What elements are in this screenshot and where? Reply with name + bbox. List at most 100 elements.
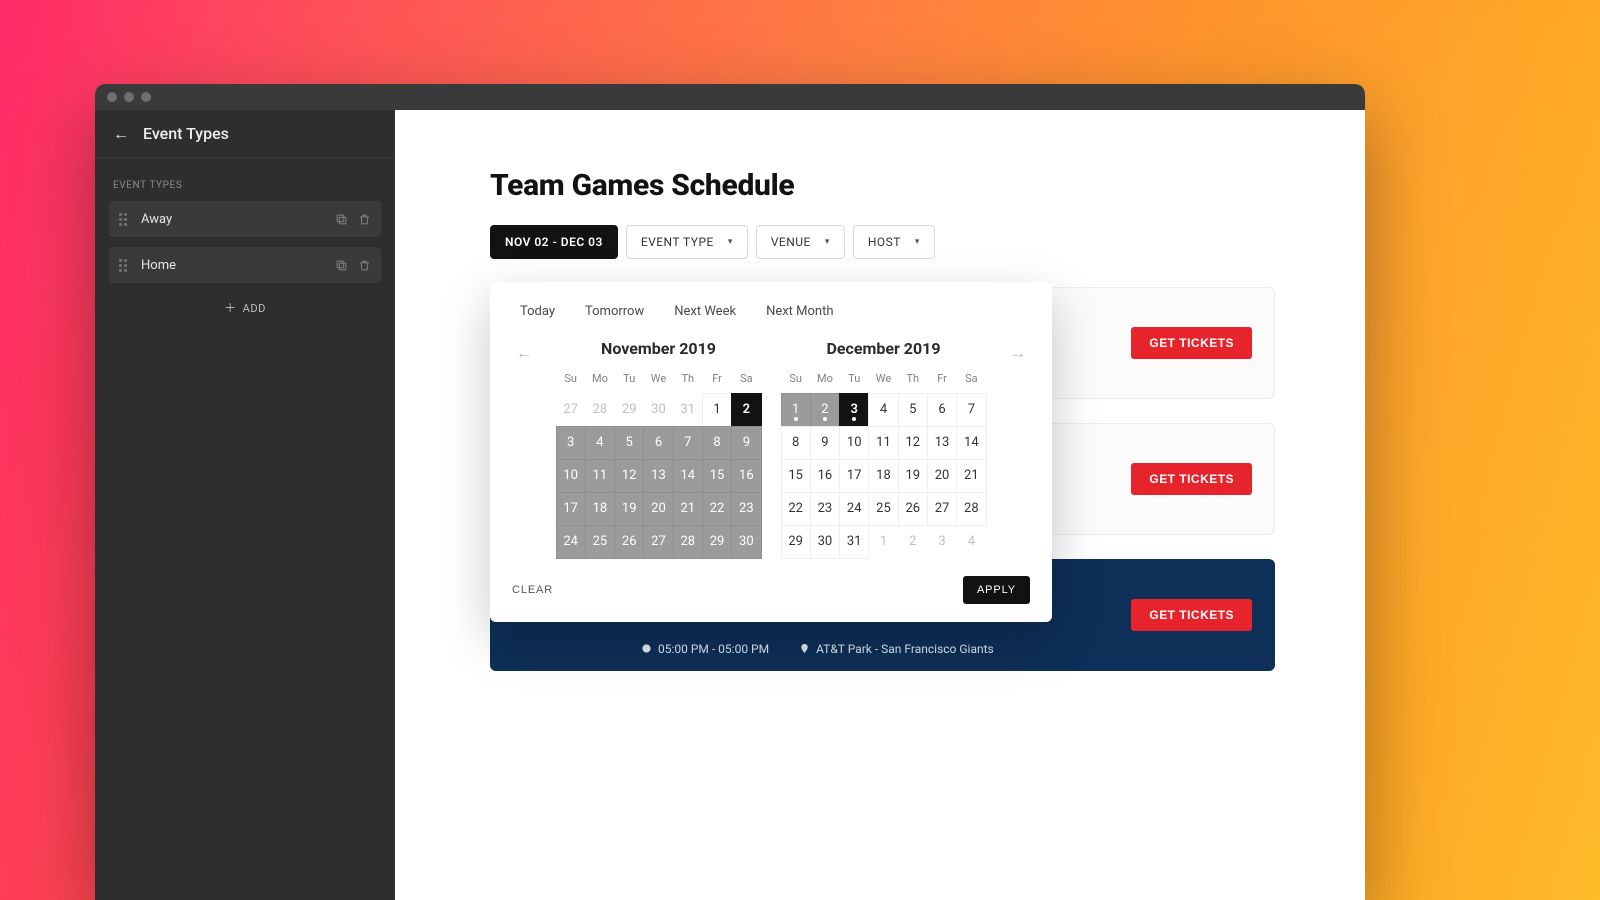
trash-icon[interactable] xyxy=(358,259,371,272)
calendar-day[interactable]: 11 xyxy=(585,459,615,493)
calendar-day[interactable]: 3 xyxy=(839,393,869,427)
calendar-day[interactable]: 24 xyxy=(839,492,869,526)
page-title: Team Games Schedule xyxy=(490,168,1275,203)
host-filter[interactable]: HOST ▾ xyxy=(853,225,935,259)
chevron-down-icon: ▾ xyxy=(728,237,733,247)
duplicate-icon[interactable] xyxy=(335,259,348,272)
event-meta: 05:00 PM - 05:00 PM AT&T Park - San Fran… xyxy=(641,642,994,656)
clear-button[interactable]: CLEAR xyxy=(512,584,553,596)
calendar-day[interactable]: 14 xyxy=(673,459,703,493)
calendar-day[interactable]: 30 xyxy=(810,525,840,559)
calendar-dow: Fr xyxy=(927,372,956,393)
calendar-day[interactable]: 1 xyxy=(702,393,732,427)
calendar-day[interactable]: 25 xyxy=(585,525,615,559)
calendar-day[interactable]: 20 xyxy=(927,459,957,493)
calendar-day[interactable]: 5 xyxy=(898,393,928,427)
get-tickets-button[interactable]: GET TICKETS xyxy=(1131,599,1252,631)
window-maximize-icon[interactable] xyxy=(141,92,151,102)
calendar-day[interactable]: 26 xyxy=(898,492,928,526)
event-type-label: EVENT TYPE xyxy=(641,235,714,249)
apply-button[interactable]: APPLY xyxy=(963,576,1030,604)
prev-month-button[interactable]: ← xyxy=(512,339,536,363)
calendar-day[interactable]: 23 xyxy=(810,492,840,526)
calendar-day[interactable]: 16 xyxy=(810,459,840,493)
window-minimize-icon[interactable] xyxy=(124,92,134,102)
calendar-day[interactable]: 19 xyxy=(614,492,644,526)
calendar-day[interactable]: 18 xyxy=(868,459,898,493)
calendar-day[interactable]: 20 xyxy=(643,492,673,526)
quick-tomorrow[interactable]: Tomorrow xyxy=(585,304,644,319)
calendar-day[interactable]: 5 xyxy=(614,426,644,460)
calendar-day[interactable]: 2 xyxy=(810,393,840,427)
get-tickets-button[interactable]: GET TICKETS xyxy=(1131,327,1252,359)
calendar-day[interactable]: 15 xyxy=(702,459,732,493)
calendar-day[interactable]: 12 xyxy=(898,426,928,460)
calendar-day[interactable]: 13 xyxy=(927,426,957,460)
drag-handle-icon[interactable] xyxy=(119,213,131,226)
sidebar-item-home[interactable]: Home xyxy=(109,247,381,283)
calendar-dow: Th xyxy=(898,372,927,393)
add-label: ADD xyxy=(243,302,266,315)
calendar-day: 28 xyxy=(585,393,615,427)
calendar-day[interactable]: 4 xyxy=(585,426,615,460)
next-month-button[interactable]: → xyxy=(1006,339,1030,363)
calendar-day[interactable]: 9 xyxy=(731,426,761,460)
calendar-day: 2 xyxy=(898,525,928,559)
drag-handle-icon[interactable] xyxy=(119,259,131,272)
calendar-day[interactable]: 8 xyxy=(702,426,732,460)
add-event-type-button[interactable]: ＋ADD xyxy=(95,283,395,332)
calendar-day[interactable]: 21 xyxy=(673,492,703,526)
quick-next-week[interactable]: Next Week xyxy=(674,304,736,319)
calendar-day[interactable]: 28 xyxy=(956,492,986,526)
date-range-filter[interactable]: NOV 02 - DEC 03 xyxy=(490,225,618,259)
calendar-day[interactable]: 27 xyxy=(643,525,673,559)
calendar-day[interactable]: 17 xyxy=(556,492,586,526)
calendar-day[interactable]: 30 xyxy=(731,525,761,559)
calendar-day[interactable]: 9 xyxy=(810,426,840,460)
calendar-day[interactable]: 7 xyxy=(673,426,703,460)
calendar-day[interactable]: 29 xyxy=(781,525,811,559)
trash-icon[interactable] xyxy=(358,213,371,226)
duplicate-icon[interactable] xyxy=(335,213,348,226)
calendar-day[interactable]: 27 xyxy=(927,492,957,526)
calendar-day[interactable]: 17 xyxy=(839,459,869,493)
calendar-day[interactable]: 10 xyxy=(839,426,869,460)
calendar-day[interactable]: 2 xyxy=(731,393,761,427)
calendar-dow: Fr xyxy=(702,372,731,393)
sidebar-item-away[interactable]: Away xyxy=(109,201,381,237)
quick-next-month[interactable]: Next Month xyxy=(766,304,833,319)
calendar-day[interactable]: 22 xyxy=(702,492,732,526)
quick-today[interactable]: Today xyxy=(520,304,555,319)
calendar-day[interactable]: 23 xyxy=(731,492,761,526)
calendar-day[interactable]: 16 xyxy=(731,459,761,493)
calendar-day[interactable]: 24 xyxy=(556,525,586,559)
calendar-day[interactable]: 29 xyxy=(702,525,732,559)
calendar-day[interactable]: 8 xyxy=(781,426,811,460)
venue-filter[interactable]: VENUE ▾ xyxy=(756,225,845,259)
calendar-day[interactable]: 13 xyxy=(643,459,673,493)
calendar-day[interactable]: 18 xyxy=(585,492,615,526)
calendar-day[interactable]: 21 xyxy=(956,459,986,493)
calendar-day[interactable]: 28 xyxy=(673,525,703,559)
window-close-icon[interactable] xyxy=(107,92,117,102)
calendar-day[interactable]: 25 xyxy=(868,492,898,526)
calendar-day[interactable]: 26 xyxy=(614,525,644,559)
calendar-day[interactable]: 6 xyxy=(643,426,673,460)
calendar-day[interactable]: 31 xyxy=(839,525,869,559)
back-arrow-icon[interactable]: ← xyxy=(113,124,129,144)
calendar-day[interactable]: 12 xyxy=(614,459,644,493)
calendar-day[interactable]: 22 xyxy=(781,492,811,526)
calendar-day[interactable]: 4 xyxy=(868,393,898,427)
calendar-day[interactable]: 10 xyxy=(556,459,586,493)
calendar-day[interactable]: 11 xyxy=(868,426,898,460)
calendar-day[interactable]: 19 xyxy=(898,459,928,493)
calendar-day[interactable]: 3 xyxy=(556,426,586,460)
event-type-filter[interactable]: EVENT TYPE ▾ xyxy=(626,225,748,259)
calendar-day[interactable]: 7 xyxy=(956,393,986,427)
get-tickets-button[interactable]: GET TICKETS xyxy=(1131,463,1252,495)
chevron-down-icon: ▾ xyxy=(825,237,830,247)
calendar-day[interactable]: 6 xyxy=(927,393,957,427)
calendar-day[interactable]: 1 xyxy=(781,393,811,427)
calendar-day[interactable]: 15 xyxy=(781,459,811,493)
calendar-day[interactable]: 14 xyxy=(956,426,986,460)
